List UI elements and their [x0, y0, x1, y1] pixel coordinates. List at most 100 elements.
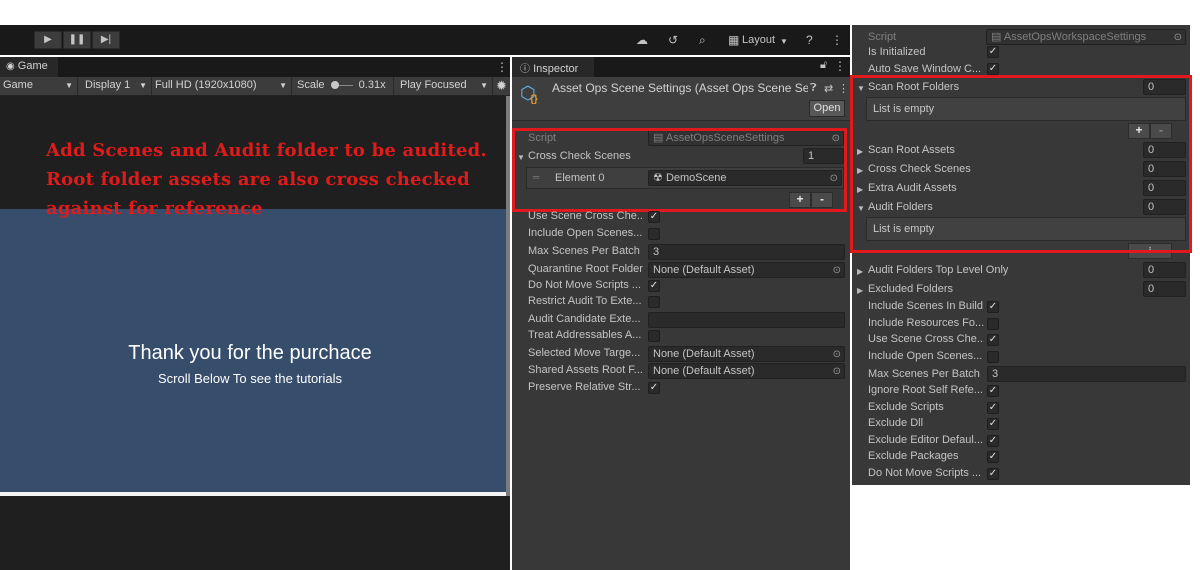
play-mode-select[interactable]: Play Focused ▼ [397, 77, 493, 95]
ws-exclude-option-label: Do Not Move Scripts ... [868, 467, 982, 479]
pause-button[interactable]: ❚❚ [63, 31, 91, 49]
gamepad-icon: ◉ [6, 61, 15, 72]
auto-save-label: Auto Save Window C... [868, 63, 982, 75]
cloud-icon[interactable]: ☁ [636, 33, 648, 47]
tab-game[interactable]: ◉ Game [0, 57, 58, 77]
ws-exclude-option-checkbox[interactable]: ✓ [987, 402, 999, 414]
scale-label: Scale [297, 79, 325, 91]
ws-exclude-option-checkbox[interactable]: ✓ [987, 385, 999, 397]
property-label: Treat Addressables A... [528, 329, 642, 341]
ws-option-checkbox[interactable]: ✓ [987, 301, 999, 313]
property-checkbox[interactable] [648, 330, 660, 342]
display-select-label: Display 1 [85, 79, 131, 91]
main-toolbar: ▶ ❚❚ ▶| ☁ ↺ ⌕ ▦ Layout ▼ ? ⋮ [0, 25, 850, 55]
gizmo-icon[interactable]: ✹ [496, 78, 507, 94]
property-field[interactable] [648, 312, 845, 328]
object-picker-icon[interactable]: ⊙ [833, 348, 841, 361]
ws-max-scenes-label: Max Scenes Per Batch [868, 368, 980, 380]
scale-slider[interactable]: Scale 0.31x [294, 77, 394, 95]
is-initialized-checkbox[interactable]: ✓ [987, 46, 999, 58]
ws-option-checkbox[interactable]: ✓ [987, 334, 999, 346]
resolution-select-label: Full HD (1920x1080) [155, 79, 257, 91]
ws-option-checkbox[interactable] [987, 351, 999, 363]
object-picker-icon[interactable]: ⊙ [833, 264, 841, 277]
info-icon: ⓘ [520, 64, 530, 75]
ws-exclude-option-checkbox[interactable]: ✓ [987, 468, 999, 480]
property-checkbox[interactable] [648, 228, 660, 240]
game-view-select[interactable]: Game ▼ [0, 77, 78, 95]
resolution-select[interactable]: Full HD (1920x1080) ▼ [152, 77, 292, 95]
game-tab-bar [0, 57, 510, 77]
property-label: Restrict Audit To Exte... [528, 295, 642, 307]
ws-exclude-option-checkbox[interactable]: ✓ [987, 435, 999, 447]
property-checkbox[interactable]: ✓ [648, 211, 660, 223]
ws-exclude-option-label: Exclude Scripts [868, 401, 944, 413]
property-label: Shared Assets Root F... [528, 364, 643, 376]
ws-max-scenes-field[interactable]: 3 [987, 366, 1186, 382]
property-field[interactable]: 3 [648, 244, 845, 260]
object-picker-icon[interactable]: ⊙ [833, 365, 841, 378]
audit-top-level-label[interactable]: Audit Folders Top Level Only [868, 264, 1008, 276]
tab-inspector[interactable]: ⓘ Inspector [512, 57, 594, 77]
property-checkbox[interactable]: ✓ [648, 280, 660, 292]
audit-top-level-count[interactable]: 0 [1143, 262, 1186, 278]
play-button[interactable]: ▶ [34, 31, 62, 49]
chevron-down-icon: ▼ [480, 81, 488, 90]
chevron-down-icon: ▼ [65, 81, 73, 90]
excluded-folders-label[interactable]: Excluded Folders [868, 283, 953, 295]
help-icon[interactable]: ? [806, 33, 813, 47]
context-menu-icon[interactable]: ⋮ [838, 82, 849, 95]
ws-script-value: AssetOpsWorkspaceSettings [1003, 31, 1147, 43]
open-button[interactable]: Open [809, 100, 845, 117]
asset-title: Asset Ops Scene Settings (Asset Ops Scen… [552, 81, 808, 95]
help-icon[interactable]: ❓︎ [810, 82, 817, 95]
property-label: Selected Move Targe... [528, 347, 641, 359]
json-icon: {} [530, 94, 538, 105]
layout-icon: ▦ [728, 33, 740, 47]
field-value: None (Default Asset) [653, 365, 755, 377]
scale-track[interactable] [330, 80, 353, 89]
settings-icon[interactable]: ⇄ [824, 82, 833, 95]
step-button[interactable]: ▶| [92, 31, 120, 49]
ws-option-label: Use Scene Cross Che... [868, 333, 984, 345]
property-checkbox[interactable] [648, 296, 660, 308]
object-field[interactable]: None (Default Asset) ⊙ [648, 363, 845, 379]
excluded-folders-count[interactable]: 0 [1143, 281, 1186, 297]
ws-option-checkbox[interactable] [987, 318, 999, 330]
lock-icon[interactable]: 🔓︎ [820, 59, 827, 72]
object-field[interactable]: None (Default Asset) ⊙ [648, 346, 845, 362]
scale-knob[interactable] [330, 80, 339, 89]
history-icon[interactable]: ↺ [668, 33, 678, 47]
property-label: Max Scenes Per Batch [528, 245, 640, 257]
ws-script-field: ▤ AssetOpsWorkspaceSettings ⊙ [986, 29, 1186, 45]
more-icon[interactable]: ⋮ [831, 33, 843, 47]
unity-editor-window: ▶ ❚❚ ▶| ☁ ↺ ⌕ ▦ Layout ▼ ? ⋮ ◉ Game ⋮ Ga… [0, 0, 1200, 570]
object-field[interactable]: None (Default Asset) ⊙ [648, 262, 845, 278]
ws-exclude-option-checkbox[interactable]: ✓ [987, 451, 999, 463]
chevron-down-icon: ▼ [279, 81, 287, 90]
layout-dropdown[interactable]: Layout [742, 33, 775, 47]
ws-exclude-option-label: Exclude Packages [868, 450, 959, 462]
search-icon[interactable]: ⌕ [699, 33, 706, 47]
ws-exclude-option-label: Exclude Editor Defaul... [868, 434, 983, 446]
auto-save-checkbox[interactable]: ✓ [987, 63, 999, 75]
object-picker-icon: ⊙ [1173, 32, 1182, 43]
ws-exclude-option-label: Ignore Root Self Refe... [868, 384, 983, 396]
field-value: 3 [653, 246, 660, 258]
highlight-box [850, 75, 1192, 253]
ws-exclude-option-checkbox[interactable]: ✓ [987, 418, 999, 430]
inspector-more-icon[interactable]: ⋮ [834, 59, 846, 73]
display-select[interactable]: Display 1 ▼ [82, 77, 152, 95]
foldout-arrow-icon[interactable]: ▶ [857, 267, 863, 276]
script-icon: ▤ [991, 31, 1002, 43]
property-label: Preserve Relative Str... [528, 381, 641, 393]
game-screen-border [0, 492, 506, 496]
game-more-icon[interactable]: ⋮ [496, 60, 508, 74]
tab-game-label: Game [17, 60, 48, 72]
property-checkbox[interactable]: ✓ [648, 382, 660, 394]
field-value: None (Default Asset) [653, 348, 755, 360]
game-subtitle: Scroll Below To see the tutorials [157, 371, 343, 386]
property-label: Audit Candidate Exte... [528, 313, 641, 325]
foldout-arrow-icon[interactable]: ▶ [857, 286, 863, 295]
property-label: Quarantine Root Folder [528, 263, 643, 275]
